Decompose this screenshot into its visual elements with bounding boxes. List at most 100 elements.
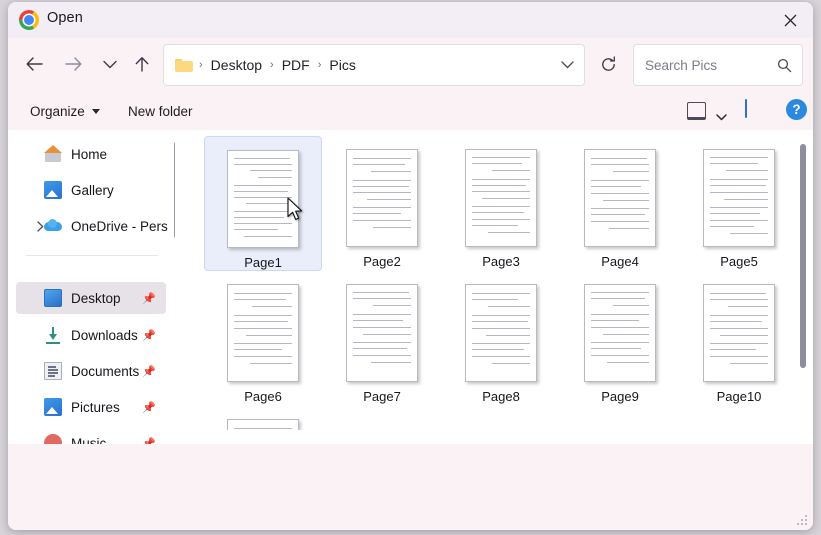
close-icon[interactable] bbox=[767, 2, 813, 38]
command-bar: Organize New folder ? bbox=[8, 90, 813, 130]
sidebar-item-gallery[interactable]: Gallery bbox=[16, 174, 166, 206]
file-item-label: Page1 bbox=[244, 255, 282, 270]
sidebar-item-label: Documents bbox=[71, 363, 140, 379]
sidebar-item-label: Downloads bbox=[71, 327, 138, 343]
file-item-label: Page5 bbox=[720, 254, 758, 269]
view-chevron-down-icon[interactable] bbox=[716, 108, 727, 126]
search-icon bbox=[777, 58, 792, 73]
document-thumbnail bbox=[703, 149, 775, 247]
view-layout-icon[interactable] bbox=[684, 100, 708, 122]
refresh-icon[interactable] bbox=[590, 44, 626, 84]
file-item-page3[interactable]: Page3 bbox=[442, 136, 560, 271]
folder-icon bbox=[175, 58, 193, 72]
file-item-label: Page4 bbox=[601, 254, 639, 269]
open-file-dialog: Open › Desktop › PDF › Pics Search Pics … bbox=[8, 2, 813, 530]
forward-arrow-icon[interactable] bbox=[58, 48, 90, 80]
file-item-page9[interactable]: Page9 bbox=[561, 271, 679, 406]
document-thumbnail bbox=[584, 284, 656, 382]
sidebar-item-music[interactable]: Music 📌 bbox=[16, 427, 166, 444]
pin-icon: 📌 bbox=[142, 329, 156, 342]
file-item-page5[interactable]: Page5 bbox=[680, 136, 798, 271]
music-icon bbox=[44, 434, 62, 444]
document-thumbnail bbox=[584, 149, 656, 247]
file-list-pane: Page1 Page2 Page3 Page4 Page5 Page6 Page… bbox=[189, 130, 813, 444]
sidebar-item-label: Gallery bbox=[71, 182, 114, 198]
file-item-page8[interactable]: Page8 bbox=[442, 271, 560, 406]
document-thumbnail bbox=[465, 284, 537, 382]
up-arrow-icon[interactable] bbox=[126, 48, 158, 80]
file-pane-scrollbar[interactable] bbox=[798, 130, 807, 444]
chevron-down-icon bbox=[91, 108, 100, 114]
file-item-label: Page8 bbox=[482, 389, 520, 404]
file-item-label: Page2 bbox=[363, 254, 401, 269]
search-input[interactable]: Search Pics bbox=[645, 58, 777, 73]
chrome-logo-icon bbox=[19, 10, 39, 30]
help-icon[interactable]: ? bbox=[786, 99, 807, 120]
organize-label: Organize bbox=[30, 103, 85, 119]
document-thumbnail bbox=[465, 149, 537, 247]
new-folder-button[interactable]: New folder bbox=[122, 99, 199, 123]
file-item-label: Page9 bbox=[601, 389, 639, 404]
view-glyph bbox=[686, 102, 706, 120]
breadcrumb-item-pics[interactable]: Pics bbox=[327, 57, 357, 73]
dialog-footer: File name: All Files Open Cancel bbox=[8, 444, 813, 530]
sidebar-item-documents[interactable]: Documents 📌 bbox=[16, 355, 166, 387]
new-folder-label: New folder bbox=[128, 103, 193, 119]
recent-locations-chevron-down-icon[interactable] bbox=[94, 48, 126, 80]
sidebar-item-label: Desktop bbox=[71, 290, 121, 306]
sidebar-scrollbar[interactable] bbox=[174, 142, 175, 238]
pin-icon: 📌 bbox=[142, 292, 156, 305]
file-item-page10[interactable]: Page10 bbox=[680, 271, 798, 406]
breadcrumb-separator: › bbox=[270, 59, 274, 71]
pin-icon: 📌 bbox=[142, 401, 156, 414]
pane-bottom-mask bbox=[189, 430, 813, 444]
breadcrumb-separator: › bbox=[199, 59, 203, 71]
organize-button[interactable]: Organize bbox=[24, 99, 106, 123]
title-bar: Open bbox=[8, 2, 813, 38]
sidebar-item-pictures[interactable]: Pictures 📌 bbox=[16, 391, 166, 423]
mouse-pointer-icon bbox=[287, 197, 304, 222]
pin-icon: 📌 bbox=[142, 437, 156, 445]
address-chevron-down-icon[interactable] bbox=[561, 45, 574, 85]
desktop-icon bbox=[44, 289, 62, 307]
file-item-page2[interactable]: Page2 bbox=[323, 136, 441, 271]
file-item-page4[interactable]: Page4 bbox=[561, 136, 679, 271]
dialog-body: Home Gallery OneDrive - Pers Desktop 📌 D… bbox=[8, 130, 813, 444]
window-title: Open bbox=[47, 10, 83, 26]
sidebar-item-label: Home bbox=[71, 146, 108, 162]
sidebar-item-label: OneDrive - Pers bbox=[71, 218, 168, 234]
file-item-label: Page7 bbox=[363, 389, 401, 404]
file-item-page7[interactable]: Page7 bbox=[323, 271, 441, 406]
address-breadcrumb-bar[interactable]: › Desktop › PDF › Pics bbox=[163, 44, 585, 86]
breadcrumb-item-pdf[interactable]: PDF bbox=[280, 57, 312, 73]
documents-icon bbox=[44, 362, 62, 380]
document-thumbnail bbox=[346, 284, 418, 382]
navigation-sidebar: Home Gallery OneDrive - Pers Desktop 📌 D… bbox=[8, 130, 175, 444]
document-thumbnail bbox=[346, 149, 418, 247]
search-box[interactable]: Search Pics bbox=[633, 44, 803, 86]
onedrive-icon bbox=[44, 217, 62, 235]
file-item-page6[interactable]: Page6 bbox=[204, 271, 322, 406]
home-icon bbox=[44, 145, 62, 163]
file-item-label: Page3 bbox=[482, 254, 520, 269]
resize-grip[interactable] bbox=[797, 515, 808, 526]
sidebar-item-onedrive[interactable]: OneDrive - Pers bbox=[16, 210, 168, 242]
file-item-label: Page10 bbox=[716, 389, 762, 404]
breadcrumb-separator: › bbox=[317, 59, 322, 71]
back-arrow-icon[interactable] bbox=[18, 48, 50, 80]
sidebar-item-label: Pictures bbox=[71, 399, 120, 415]
navigation-bar: › Desktop › PDF › Pics Search Pics bbox=[8, 38, 813, 90]
downloads-icon bbox=[44, 326, 62, 344]
scrollbar-thumb[interactable] bbox=[800, 144, 806, 368]
document-thumbnail bbox=[227, 284, 299, 382]
sidebar-divider bbox=[26, 255, 158, 256]
preview-pane-icon[interactable] bbox=[745, 99, 767, 120]
file-item-page1[interactable]: Page1 bbox=[204, 136, 322, 271]
sidebar-item-label: Music bbox=[71, 435, 107, 445]
preview-pane-glyph bbox=[745, 99, 747, 118]
gallery-icon bbox=[44, 181, 62, 199]
sidebar-item-desktop[interactable]: Desktop 📌 bbox=[16, 282, 166, 314]
sidebar-item-home[interactable]: Home bbox=[16, 138, 166, 170]
breadcrumb-item-desktop[interactable]: Desktop bbox=[209, 57, 264, 73]
sidebar-item-downloads[interactable]: Downloads 📌 bbox=[16, 319, 166, 351]
